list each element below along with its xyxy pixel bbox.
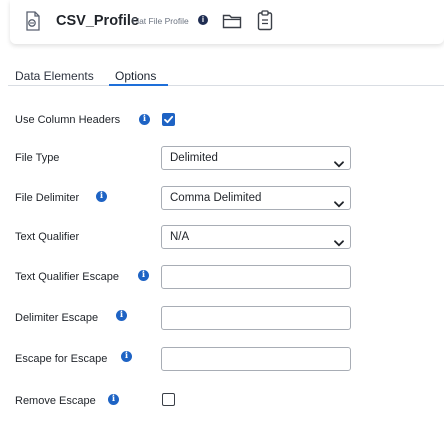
chevron-down-icon <box>334 234 344 252</box>
folder-icon[interactable] <box>222 13 242 29</box>
page-title: CSV_Profile <box>56 13 139 29</box>
profile-type-label: Flat File Profile <box>132 16 189 26</box>
delimiter-escape-input[interactable] <box>161 306 351 330</box>
text-qualifier-value: N/A <box>170 231 190 243</box>
clipboard-icon[interactable] <box>257 10 273 31</box>
text-qualifier-escape-label: Text Qualifier Escape <box>15 271 119 283</box>
file-delimiter-value: Comma Delimited <box>170 192 262 204</box>
remove-escape-info-icon[interactable]: i <box>108 394 119 405</box>
text-qualifier-label: Text Qualifier <box>15 231 80 243</box>
file-delimiter-info-icon[interactable]: i <box>96 191 107 202</box>
tab-data-elements[interactable]: Data Elements <box>15 69 94 83</box>
checkmark-icon <box>164 115 174 124</box>
flat-file-profile-icon <box>24 11 42 31</box>
escape-for-escape-label: Escape for Escape <box>15 353 108 365</box>
tab-options[interactable]: Options <box>115 69 156 83</box>
use-column-headers-label: Use Column Headers <box>15 114 121 126</box>
file-delimiter-label: File Delimiter <box>15 192 80 204</box>
escape-for-escape-input[interactable] <box>161 347 351 371</box>
delimiter-escape-info-icon[interactable]: i <box>116 310 127 321</box>
info-icon[interactable]: i <box>198 15 208 25</box>
remove-escape-checkbox[interactable] <box>162 393 175 406</box>
use-column-headers-checkbox[interactable] <box>162 113 175 126</box>
text-qualifier-escape-info-icon[interactable]: i <box>138 270 149 281</box>
chevron-down-icon <box>334 155 344 173</box>
profile-header: CSV_Profile Flat File Profile i <box>10 0 444 44</box>
active-tab-indicator <box>109 84 168 86</box>
file-type-label: File Type <box>15 152 60 164</box>
file-type-select[interactable]: Delimited <box>161 146 351 170</box>
remove-escape-label: Remove Escape <box>15 395 96 407</box>
text-qualifier-select[interactable]: N/A <box>161 225 351 249</box>
delimiter-escape-label: Delimiter Escape <box>15 312 99 324</box>
text-qualifier-escape-input[interactable] <box>161 265 351 289</box>
escape-for-escape-info-icon[interactable]: i <box>121 351 132 362</box>
file-type-value: Delimited <box>170 152 218 164</box>
file-delimiter-select[interactable]: Comma Delimited <box>161 186 351 210</box>
chevron-down-icon <box>334 195 344 213</box>
tab-bar-divider <box>8 85 444 86</box>
use-column-headers-info-icon[interactable]: i <box>139 114 150 125</box>
